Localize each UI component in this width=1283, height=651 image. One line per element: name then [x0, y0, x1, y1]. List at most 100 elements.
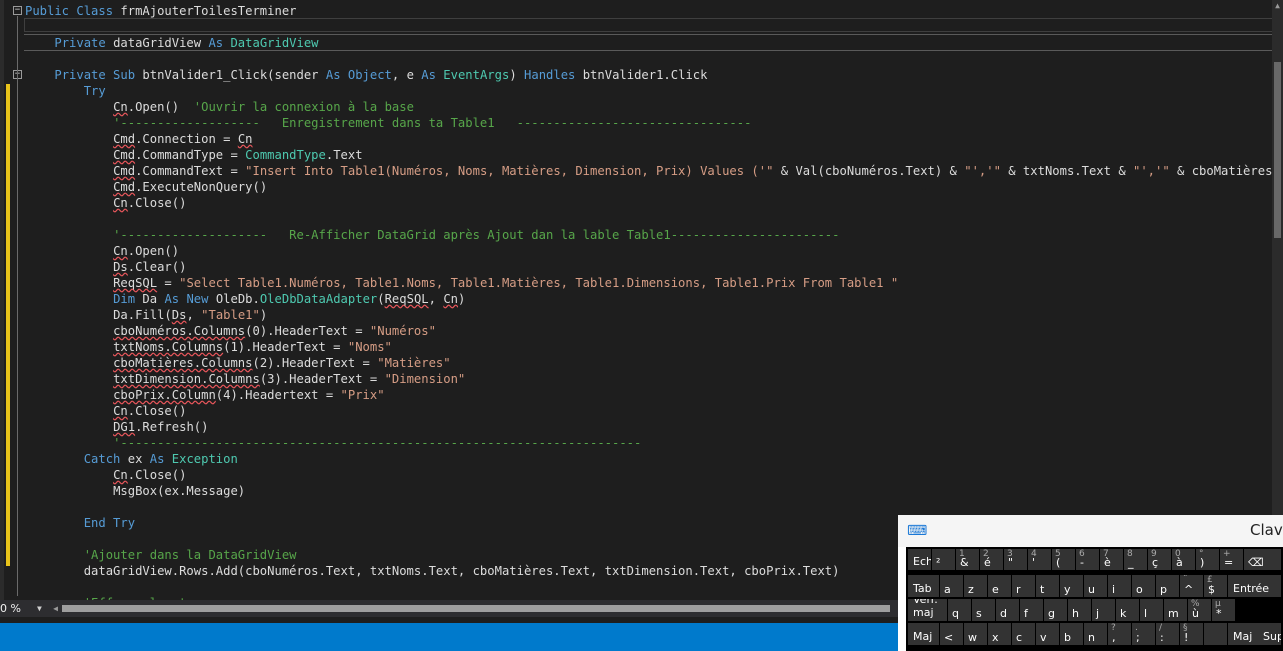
code-line[interactable]: End Try	[25, 515, 135, 531]
code-line[interactable]: cboPrix.Column(4).Headertext = "Prix"	[25, 387, 385, 403]
keyboard-key[interactable]: £ $	[1204, 575, 1227, 597]
scroll-up-icon[interactable]: ▲	[1272, 0, 1283, 12]
code-line[interactable]: Cmd.ExecuteNonQuery()	[25, 179, 267, 195]
code-line[interactable]: cboNuméros.Columns(0).HeaderText = "Numé…	[25, 323, 436, 339]
keyboard-key[interactable]: d	[996, 599, 1019, 621]
keyboard-key[interactable]: f	[1020, 599, 1043, 621]
keyboard-key[interactable]: ?,	[1108, 623, 1131, 645]
keyboard-key[interactable]: Tab	[908, 575, 939, 597]
code-line[interactable]: Private dataGridView As DataGridView	[25, 35, 318, 51]
keyboard-key[interactable]: o	[1132, 575, 1155, 597]
keyboard-key[interactable]: 2é	[980, 549, 1003, 570]
keyboard-key[interactable]: v	[1036, 623, 1059, 645]
keyboard-key[interactable]	[1204, 623, 1227, 645]
keyboard-key[interactable]: e	[988, 575, 1011, 597]
code-line[interactable]: Cn.Close()	[25, 403, 186, 419]
code-line[interactable]: Cmd.Connection = Cn	[25, 131, 252, 147]
keyboard-key[interactable]: <	[940, 623, 963, 645]
zoom-level[interactable]: 0 %	[0, 600, 21, 617]
keyboard-key[interactable]: g	[1044, 599, 1067, 621]
keyboard-key[interactable]: .;	[1132, 623, 1155, 645]
keyboard-key[interactable]: t	[1036, 575, 1059, 597]
code-line[interactable]: '------------------- Enregistrement dans…	[25, 115, 751, 131]
code-line[interactable]: Catch ex As Exception	[25, 451, 238, 467]
keyboard-key[interactable]: 3 "	[1004, 549, 1027, 570]
keyboard-key[interactable]: 7è	[1100, 549, 1123, 570]
code-line[interactable]: dataGridView.Rows.Add(cboNuméros.Text, t…	[25, 563, 840, 579]
code-line[interactable]: Cn.Close()	[25, 195, 186, 211]
keyboard-key[interactable]: °)	[1196, 549, 1219, 570]
vertical-scroll-thumb[interactable]	[1274, 62, 1281, 238]
code-line[interactable]: cboMatières.Columns(2).HeaderText = "Mat…	[25, 355, 451, 371]
keyboard-key[interactable]: µ *	[1212, 599, 1235, 621]
keyboard-key[interactable]: Sup	[1258, 623, 1281, 645]
keyboard-key[interactable]: b	[1060, 623, 1083, 645]
keyboard-key[interactable]: m	[1164, 599, 1187, 621]
keyboard-key[interactable]: r	[1012, 575, 1035, 597]
zoom-dropdown-icon[interactable]: ▼	[37, 600, 42, 617]
code-line[interactable]: Cn.Open() 'Ouvrir la connexion à la base	[25, 99, 414, 115]
code-line[interactable]: txtNoms.Columns(1).HeaderText = "Noms"	[25, 339, 392, 355]
keyboard-key[interactable]: u	[1084, 575, 1107, 597]
on-screen-keyboard[interactable]: ⌨ Clavier Ech ² 1&2é3"4'5(6-7è8_9ç0à°)+= ⌫ T…	[898, 515, 1283, 651]
code-line[interactable]: Private Sub btnValider1_Click(sender As …	[25, 67, 707, 83]
keyboard-key[interactable]: w	[964, 623, 987, 645]
scroll-left-icon[interactable]: ◀	[50, 603, 61, 614]
code-line[interactable]: txtDimension.Columns(3).HeaderText = "Di…	[25, 371, 465, 387]
code-line[interactable]: Public Class frmAjouterToilesTerminer	[25, 3, 297, 19]
code-line[interactable]: '---------------------------------------…	[25, 435, 641, 451]
code-line[interactable]: Dim Da As New OleDb.OleDbDataAdapter(Req…	[25, 291, 465, 307]
code-line[interactable]: 'Ajouter dans la DataGridView	[25, 547, 297, 563]
keyboard-key[interactable]: 9ç	[1148, 549, 1171, 570]
code-line[interactable]: Cn.Open()	[25, 243, 179, 259]
keyboard-key[interactable]: n	[1084, 623, 1107, 645]
keyboard-key[interactable]: ⌫	[1244, 549, 1281, 570]
keyboard-key[interactable]: q	[948, 599, 971, 621]
horizontal-scrollbar[interactable]: ◀	[50, 603, 898, 614]
keyboard-key[interactable]: Entrée	[1228, 575, 1281, 597]
code-editor[interactable]: − − Public Class frmAjouterToilesTermine…	[0, 0, 1283, 600]
code-line[interactable]: MsgBox(ex.Message)	[25, 483, 245, 499]
keyboard-key[interactable]: l	[1140, 599, 1163, 621]
keyboard-key[interactable]: c	[1012, 623, 1035, 645]
keyboard-key[interactable]: i	[1108, 575, 1131, 597]
keyboard-key[interactable]: s	[972, 599, 995, 621]
keyboard-key[interactable]: 5(	[1052, 549, 1075, 570]
keyboard-key[interactable]: z	[964, 575, 987, 597]
keyboard-key[interactable]: 4 '	[1028, 549, 1051, 570]
keyboard-key[interactable]: 1 &	[956, 549, 979, 570]
keyboard-key[interactable]: + =	[1220, 549, 1243, 570]
code-line[interactable]: ReqSQL = "Select Table1.Numéros, Table1.…	[25, 275, 898, 291]
keyboard-key[interactable]: a	[940, 575, 963, 597]
keyboard-key[interactable]: Ech	[908, 549, 931, 570]
keyboard-key[interactable]: % ù	[1188, 599, 1211, 621]
code-line[interactable]: DG1.Refresh()	[25, 419, 208, 435]
code-line[interactable]: Da.Fill(Ds, "Table1")	[25, 307, 267, 323]
code-line[interactable]: Ds.Clear()	[25, 259, 186, 275]
keyboard-title-bar[interactable]: ⌨ Clavier	[898, 515, 1283, 547]
keyboard-key[interactable]: 0à	[1172, 549, 1195, 570]
collapse-class-icon[interactable]: −	[13, 6, 22, 15]
keyboard-key[interactable]: Verr. maj	[908, 599, 947, 621]
keyboard-key[interactable]: 6-	[1076, 549, 1099, 570]
keyboard-key[interactable]: p	[1156, 575, 1179, 597]
keyboard-key[interactable]: h	[1068, 599, 1091, 621]
keyboard-key[interactable]: /:	[1156, 623, 1179, 645]
keyboard-key[interactable]: k	[1116, 599, 1139, 621]
keyboard-key[interactable]: Maj	[908, 623, 939, 645]
keyboard-key[interactable]: j	[1092, 599, 1115, 621]
code-line[interactable]: Cmd.CommandType = CommandType.Text	[25, 147, 362, 163]
code-line[interactable]: Cn.Close()	[25, 467, 186, 483]
code-line[interactable]: Try	[25, 83, 106, 99]
keyboard-key[interactable]: 8 _	[1124, 549, 1147, 570]
vertical-scrollbar[interactable]: ▲	[1272, 0, 1283, 600]
horizontal-scroll-thumb[interactable]	[62, 605, 890, 612]
keyboard-key[interactable]: x	[988, 623, 1011, 645]
keyboard-key[interactable]: ¨ ^	[1180, 575, 1203, 597]
keyboard-key[interactable]: ²	[932, 549, 955, 570]
keyboard-key[interactable]: y	[1060, 575, 1083, 597]
code-line[interactable]: '-------------------- Re-Afficher DataGr…	[25, 227, 839, 243]
keyboard-key[interactable]: §!	[1180, 623, 1203, 645]
code-line[interactable]: Cmd.CommandText = "Insert Into Table1(Nu…	[25, 163, 1283, 179]
